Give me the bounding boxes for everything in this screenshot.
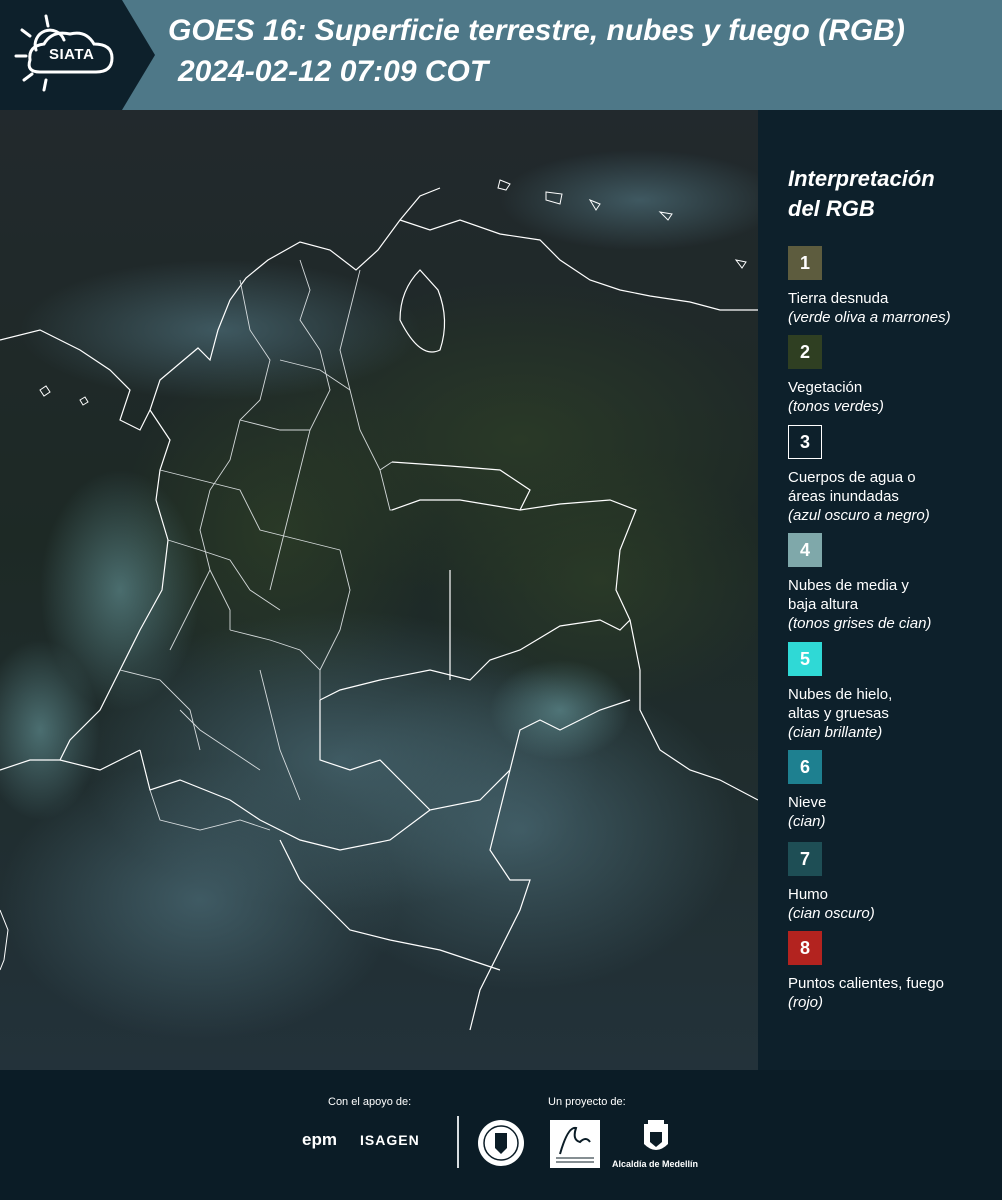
legend-item-8: 8 Puntos calientes, fuego (rojo) [788, 931, 998, 1012]
alcaldia-label: Alcaldía de Medellín [612, 1159, 699, 1169]
support-label: Con el apoyo de: [328, 1096, 412, 1108]
legend-swatch: 6 [788, 750, 822, 784]
legend-item-desc: (tonos verdes) [788, 398, 884, 415]
legend-item-label: Tierra desnuda [788, 290, 889, 307]
legend-item-desc: (tonos grises de cian) [788, 615, 932, 632]
isagen-logo: ISAGEN [360, 1132, 420, 1148]
legend-item-label: Humo [788, 886, 829, 903]
legend-item-label: Cuerpos de agua o áreas inundadas [788, 469, 916, 505]
legend-item-desc: (cian oscuro) [788, 905, 875, 922]
legend-item-label: Nubes de media y baja altura [788, 577, 909, 613]
legend-item-desc: (cian) [788, 813, 826, 830]
alcaldia-shield-icon [644, 1120, 668, 1150]
legend-item-label: Nubes de hielo, altas y gruesas [788, 686, 893, 722]
legend-item-6: 6 Nieve (cian) [788, 750, 998, 831]
legend-item-desc: (cian brillante) [788, 724, 883, 741]
legend-item-label: Puntos calientes, fuego [788, 975, 944, 992]
legend-item-label: Nieve [788, 794, 827, 811]
legend-panel: Interpretación del RGB 1 Tierra desnuda … [758, 110, 1002, 1070]
timestamp: 2024-02-12 07:09 COT [178, 55, 489, 88]
legend-swatch: 8 [788, 931, 822, 965]
legend-item-4: 4 Nubes de media y baja altura (tonos gr… [788, 533, 998, 633]
legend-swatch: 5 [788, 642, 822, 676]
legend-swatch: 4 [788, 533, 822, 567]
legend-swatch: 1 [788, 246, 822, 280]
epm-logo: epm [302, 1130, 337, 1149]
satellite-map[interactable] [0, 110, 758, 1070]
footer-divider [457, 1116, 459, 1168]
legend-item-desc: (rojo) [788, 994, 824, 1011]
legend-item-7: 7 Humo (cian oscuro) [788, 842, 998, 923]
legend-title-line2: del RGB [788, 196, 875, 221]
legend-item-desc: (verde oliva a marrones) [788, 309, 951, 326]
legend-swatch: 2 [788, 335, 822, 369]
area-metropolitana-logo [550, 1120, 600, 1168]
project-label: Un proyecto de: [548, 1096, 626, 1108]
header: SIATA GOES 16: Superficie terrestre, nub… [0, 0, 1002, 110]
page-title: GOES 16: Superficie terrestre, nubes y f… [168, 14, 905, 47]
legend-swatch: 7 [788, 842, 822, 876]
legend-item-3: 3 Cuerpos de agua o áreas inundadas (azu… [788, 425, 998, 525]
legend-item-label: Vegetación [788, 379, 863, 396]
legend-item-1: 1 Tierra desnuda (verde oliva a marrones… [788, 246, 998, 327]
legend-item-5: 5 Nubes de hielo, altas y gruesas (cian … [788, 642, 998, 742]
legend-swatch: 3 [788, 425, 822, 459]
legend-title: Interpretación del RGB [788, 164, 935, 224]
legend-item-2: 2 Vegetación (tonos verdes) [788, 335, 998, 416]
footer: Con el apoyo de: Un proyecto de: epm ISA… [0, 1070, 1002, 1200]
siata-logo: SIATA [0, 0, 155, 110]
legend-item-desc: (azul oscuro a negro) [788, 507, 930, 524]
seal-icon [478, 1120, 524, 1166]
legend-title-line1: Interpretación [788, 166, 935, 191]
logo-text: SIATA [49, 46, 95, 63]
